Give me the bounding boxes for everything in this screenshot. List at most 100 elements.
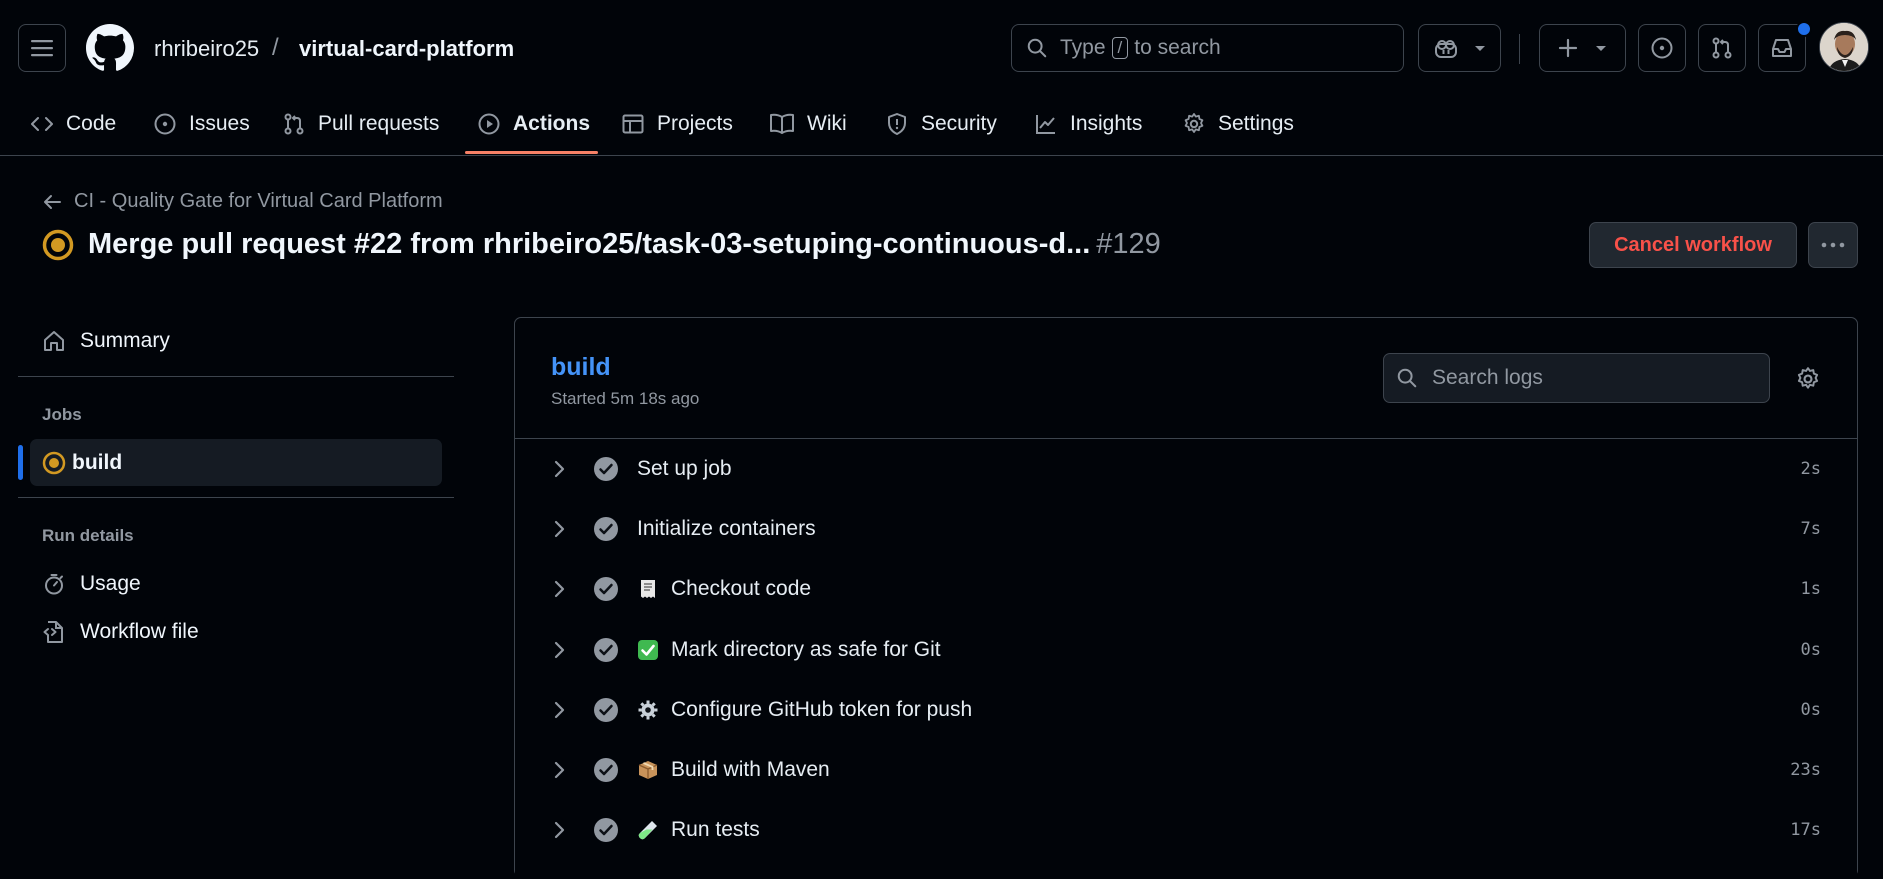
run-title: Merge pull request #22 from rhribeiro25/… [88, 228, 1161, 261]
job-step[interactable]: Checkout code 1s [515, 559, 1857, 619]
sidebar-divider [18, 497, 454, 498]
issue-opened-icon [1651, 37, 1673, 59]
git-pull-request-icon [284, 113, 304, 135]
in-progress-status-icon [42, 229, 74, 261]
job-step[interactable]: Initialize containers 7s [515, 499, 1857, 559]
code-icon [31, 117, 53, 131]
tab-label: Actions [513, 112, 591, 135]
tab-projects[interactable]: Projects [621, 104, 733, 144]
check-circle-icon [594, 758, 618, 782]
tab-label: Code [66, 112, 117, 135]
chevron-right-icon [554, 701, 565, 719]
sidebar-job-build[interactable]: build [30, 439, 442, 486]
search-shortcut-key: / [1111, 37, 1129, 59]
tab-settings[interactable]: Settings [1182, 104, 1294, 144]
job-step[interactable]: Build with Maven 23s [515, 740, 1857, 800]
check-mark-button-emoji-icon [638, 640, 658, 660]
job-step[interactable]: Set up job 2s [515, 439, 1857, 499]
step-name: Run tests [671, 818, 760, 841]
cancel-workflow-button[interactable]: Cancel workflow [1589, 222, 1797, 268]
tab-security[interactable]: Security [885, 104, 997, 144]
check-circle-icon [594, 698, 618, 722]
file-code-icon [43, 621, 63, 643]
sidebar-usage[interactable]: Usage [42, 572, 141, 596]
search-prefix: Type [1060, 36, 1106, 59]
active-tab-indicator [465, 151, 598, 154]
tab-code[interactable]: Code [30, 104, 116, 144]
pull-requests-shortcut-button[interactable] [1698, 24, 1746, 72]
breadcrumb-owner[interactable]: rhribeiro25 [154, 36, 259, 62]
breadcrumb-separator: / [272, 34, 279, 61]
job-steps-list: Set up job 2s Initialize containers 7s C… [515, 439, 1857, 879]
notification-dot [1796, 21, 1812, 37]
step-duration: 7s [1800, 519, 1821, 539]
repo-nav: Code Issues Pull requests Actions Projec… [0, 96, 1883, 156]
sidebar-divider [18, 376, 454, 377]
log-settings-button[interactable] [1795, 366, 1821, 397]
tab-insights[interactable]: Insights [1034, 104, 1142, 144]
step-duration: 0s [1800, 700, 1821, 720]
global-header: rhribeiro25 / virtual-card-platform Type… [0, 0, 1883, 96]
plus-icon [1558, 38, 1577, 58]
run-number: #129 [1096, 228, 1161, 260]
tab-wiki[interactable]: Wiki [769, 104, 847, 144]
issue-opened-icon [154, 113, 176, 135]
sidebar-workflow-file[interactable]: Workflow file [42, 620, 199, 644]
step-duration: 0s [1800, 640, 1821, 660]
search-logs-input[interactable]: Search logs [1383, 353, 1770, 403]
issues-shortcut-button[interactable] [1638, 24, 1686, 72]
menu-button[interactable] [18, 24, 66, 72]
workflow-back-link[interactable]: CI - Quality Gate for Virtual Card Platf… [42, 190, 443, 213]
tab-label: Pull requests [318, 112, 440, 135]
tab-issues[interactable]: Issues [153, 104, 250, 144]
receipt-emoji-icon [641, 580, 655, 598]
job-step[interactable]: Configure GitHub token for push 0s [515, 680, 1857, 740]
search-icon [1027, 38, 1047, 58]
tab-label: Settings [1218, 112, 1294, 135]
step-duration: 17s [1790, 820, 1821, 840]
create-new-button[interactable] [1539, 24, 1626, 72]
job-step[interactable]: Mark directory as safe for Git 0s [515, 620, 1857, 680]
sidebar-run-details-heading: Run details [42, 526, 134, 545]
job-name[interactable]: build [551, 353, 611, 382]
check-circle-icon [594, 638, 618, 662]
test-tube-emoji-icon [638, 821, 657, 840]
step-name: Checkout code [671, 577, 812, 600]
sidebar-summary[interactable]: Summary [42, 329, 170, 353]
step-duration: 23s [1790, 760, 1821, 780]
github-logo-icon[interactable] [86, 24, 134, 72]
search-logs-placeholder: Search logs [1432, 366, 1543, 389]
gear-icon [1184, 113, 1204, 133]
chevron-right-icon [554, 520, 565, 538]
chevron-down-icon [1595, 46, 1606, 51]
chevron-right-icon [554, 761, 565, 779]
job-started-time: Started 5m 18s ago [551, 389, 700, 408]
check-circle-icon [594, 577, 618, 601]
step-duration: 2s [1800, 459, 1821, 479]
step-name: Mark directory as safe for Git [671, 638, 941, 661]
header-divider [1519, 34, 1520, 64]
package-emoji-icon [638, 761, 658, 779]
more-options-button[interactable] [1808, 222, 1858, 268]
tab-label: Projects [657, 112, 733, 135]
copilot-icon [1434, 40, 1457, 58]
gear-emoji-icon [638, 700, 658, 720]
chevron-right-icon [554, 641, 565, 659]
chevron-right-icon [554, 821, 565, 839]
check-circle-icon [594, 517, 618, 541]
tab-label: Security [921, 112, 997, 135]
user-avatar[interactable] [1819, 22, 1869, 72]
global-search-input[interactable]: Type / to search [1011, 24, 1404, 72]
step-name: Initialize containers [637, 517, 816, 540]
sidebar-jobs-heading: Jobs [42, 405, 82, 424]
tab-pull-requests[interactable]: Pull requests [282, 104, 439, 144]
copilot-button[interactable] [1418, 24, 1501, 72]
arrow-left-icon [44, 194, 61, 209]
breadcrumb-repo[interactable]: virtual-card-platform [299, 36, 514, 62]
tab-label: Wiki [807, 112, 847, 135]
workflow-name: CI - Quality Gate for Virtual Card Platf… [74, 190, 443, 212]
step-name: Configure GitHub token for push [671, 698, 973, 721]
job-step[interactable]: Run tests 17s [515, 800, 1857, 860]
tab-actions[interactable]: Actions [477, 104, 590, 144]
check-circle-icon [594, 457, 618, 481]
